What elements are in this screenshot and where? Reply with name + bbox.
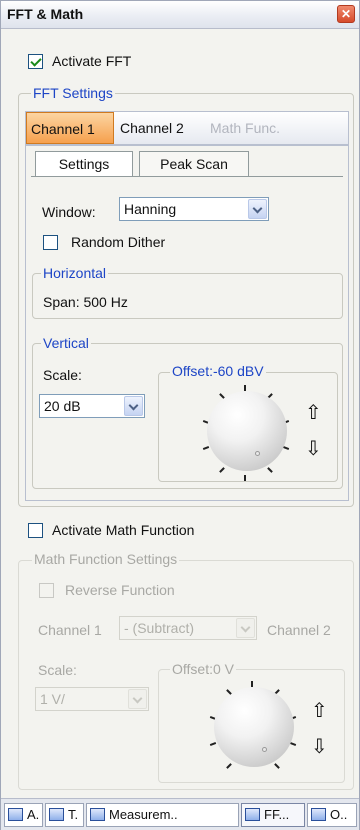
panel-icon — [90, 808, 105, 821]
offset-label: Offset:-60 dBV — [170, 363, 266, 379]
knob-indicator — [255, 451, 260, 456]
activate-math-label: Activate Math Function — [52, 522, 195, 538]
math-offset-knob[interactable] — [214, 687, 294, 767]
math-offset-up-arrow-icon[interactable]: ⇧ — [311, 700, 328, 720]
random-dither-label: Random Dither — [71, 234, 166, 250]
bottom-tab-other[interactable]: O.. — [307, 803, 357, 827]
horizontal-label: Horizontal — [41, 265, 109, 281]
knob-tick — [244, 475, 246, 481]
reverse-function-checkbox[interactable] — [39, 583, 54, 598]
activate-fft-label: Activate FFT — [52, 53, 132, 69]
math-operation-select[interactable]: - (Subtract) — [119, 616, 257, 640]
math-offset-label: Offset:0 V — [170, 661, 236, 677]
vertical-label: Vertical — [41, 335, 91, 351]
math-offset-down-arrow-icon[interactable]: ⇩ — [311, 736, 328, 756]
panel-title: FFT & Math — [7, 6, 84, 22]
bottom-tab-t[interactable]: T. — [45, 803, 84, 827]
span-value: Span: 500 Hz — [43, 294, 128, 310]
knob-tick — [219, 467, 225, 473]
chevron-down-icon — [236, 618, 255, 638]
chevron-down-icon — [124, 396, 143, 416]
window-select[interactable]: Hanning — [119, 197, 269, 221]
knob-tick — [209, 742, 217, 746]
knob-tick — [274, 763, 280, 769]
bottom-tab-a[interactable]: A. — [4, 803, 43, 827]
channel-tabs: Channel 1 Channel 2 Math Func. — [25, 111, 349, 145]
reverse-function-label: Reverse Function — [65, 582, 175, 598]
tab-channel-1[interactable]: Channel 1 — [26, 112, 114, 144]
title-bar: FFT & Math ✕ — [1, 1, 359, 29]
bottom-tab-bar: A. T. Measurem.. FF... O.. — [1, 798, 359, 830]
scale-value: 20 dB — [44, 398, 81, 414]
bottom-tab-t-label: T. — [68, 807, 79, 822]
math-channel2-label: Channel 2 — [267, 622, 331, 638]
offset-up-arrow-icon[interactable]: ⇧ — [305, 402, 322, 422]
math-scale-value: 1 V/ — [40, 691, 65, 707]
tab-channel-2[interactable]: Channel 2 — [116, 112, 188, 144]
panel-icon — [311, 808, 326, 821]
scale-label: Scale: — [43, 367, 82, 383]
window-label: Window: — [42, 204, 96, 220]
sub-tab-divider — [31, 176, 343, 177]
random-dither-checkbox[interactable] — [43, 235, 58, 250]
panel-icon — [245, 808, 260, 821]
fft-settings-label: FFT Settings — [31, 85, 115, 101]
offset-down-arrow-icon[interactable]: ⇩ — [305, 438, 322, 458]
math-scale-label: Scale: — [38, 662, 77, 678]
chevron-down-icon — [248, 199, 267, 219]
knob-tick — [267, 467, 273, 473]
math-operation-value: - (Subtract) — [124, 620, 195, 636]
math-settings-label: Math Function Settings — [32, 551, 180, 567]
knob-tick — [202, 446, 210, 450]
panel-icon — [8, 808, 23, 821]
close-icon: ✕ — [340, 7, 352, 21]
tab-math-func[interactable]: Math Func. — [206, 112, 284, 144]
scale-select[interactable]: 20 dB — [39, 394, 145, 418]
tab-peak-scan[interactable]: Peak Scan — [139, 151, 249, 177]
chevron-down-icon — [128, 689, 147, 709]
activate-math-checkbox[interactable] — [28, 523, 43, 538]
bottom-tab-other-label: O.. — [330, 807, 348, 822]
window-value: Hanning — [124, 201, 177, 217]
close-button[interactable]: ✕ — [337, 5, 355, 23]
knob-tick — [226, 763, 232, 769]
offset-knob[interactable] — [207, 391, 287, 471]
activate-fft-checkbox[interactable] — [28, 54, 43, 69]
bottom-tab-fft-label: FF... — [264, 807, 290, 822]
panel-icon — [49, 808, 64, 821]
fft-math-panel: FFT & Math ✕ Activate FFT FFT Settings C… — [0, 0, 360, 830]
math-channel1-label: Channel 1 — [38, 622, 102, 638]
bottom-tab-a-label: A. — [27, 807, 40, 822]
math-scale-select[interactable]: 1 V/ — [35, 687, 149, 711]
knob-indicator — [262, 747, 267, 752]
bottom-tab-fft[interactable]: FF... — [241, 803, 305, 827]
tab-settings[interactable]: Settings — [35, 151, 133, 177]
bottom-tab-measurements-label: Measurem.. — [109, 807, 178, 822]
bottom-tab-measurements[interactable]: Measurem.. — [86, 803, 239, 827]
